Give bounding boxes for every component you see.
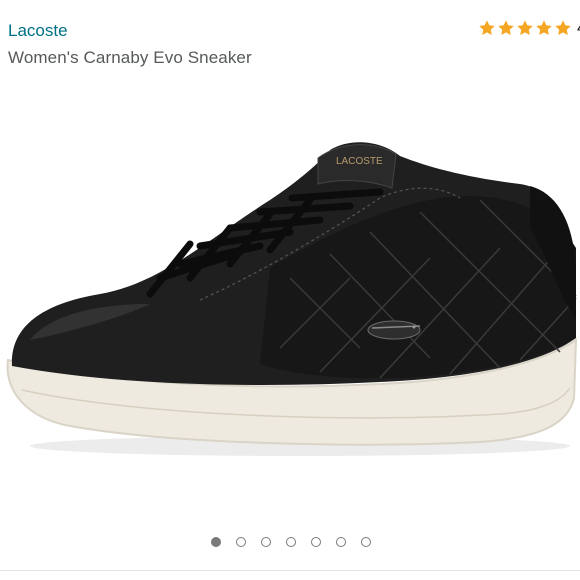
carousel-dot-7[interactable] <box>360 537 371 547</box>
carousel-dot-4[interactable] <box>285 537 296 547</box>
carousel-dot-6[interactable] <box>335 537 346 547</box>
product-image-sneaker[interactable]: LACOSTE <box>0 128 580 458</box>
carousel-dot-5[interactable] <box>310 537 321 547</box>
product-title: Women's Carnaby Evo Sneaker <box>8 48 252 67</box>
star-icon <box>498 20 514 36</box>
tongue-logo: LACOSTE <box>336 156 383 167</box>
image-carousel-indicators <box>0 537 580 547</box>
brand-link[interactable]: Lacoste <box>8 20 68 42</box>
star-icon <box>536 20 552 36</box>
stars-group <box>478 19 573 37</box>
star-icon <box>555 20 571 36</box>
star-rating[interactable]: 4 <box>478 17 580 39</box>
divider <box>0 570 580 571</box>
carousel-dot-2[interactable] <box>235 537 246 547</box>
croc-logo-icon <box>367 320 421 340</box>
carousel-dot-1[interactable] <box>210 537 221 547</box>
carousel-dot-3[interactable] <box>260 537 271 547</box>
star-icon <box>517 20 533 36</box>
star-icon <box>479 20 495 36</box>
